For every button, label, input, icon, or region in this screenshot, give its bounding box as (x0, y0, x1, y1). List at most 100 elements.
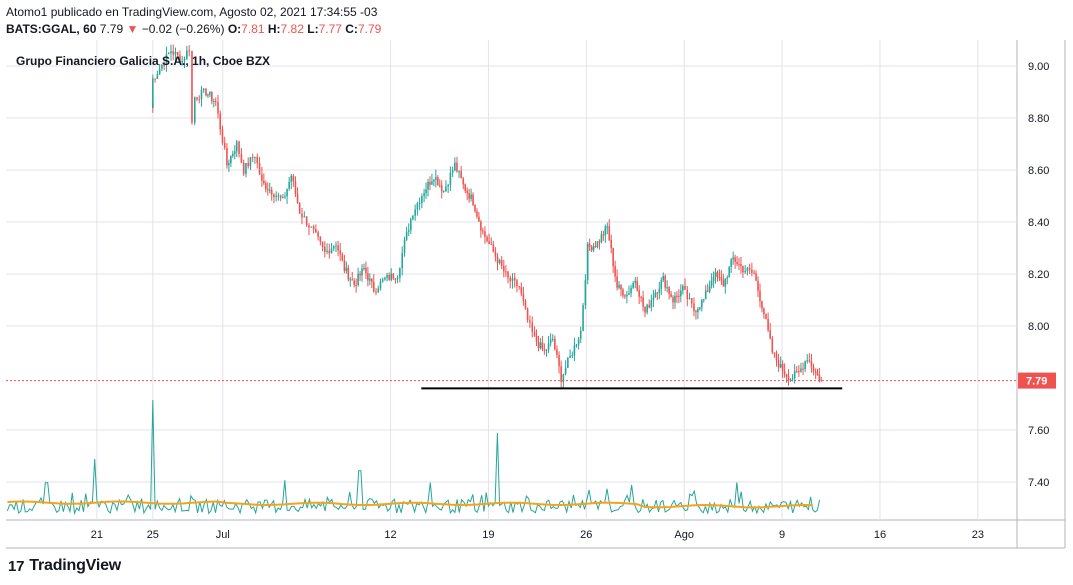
time-tick-label: 26 (580, 529, 592, 541)
candle-body (779, 364, 782, 368)
candle-body (539, 342, 542, 349)
chart-title: Grupo Financiero Galicia S.A., 1h, Cboe … (16, 54, 270, 68)
candle-body (676, 295, 678, 297)
candle-body (399, 267, 401, 278)
candle-body (349, 279, 352, 281)
candle-body (158, 68, 161, 75)
candle-body (738, 264, 740, 266)
candle-body (410, 219, 412, 231)
candle-body (808, 360, 811, 362)
candle-body (598, 241, 601, 243)
candle-body (531, 322, 534, 332)
candle-body (771, 338, 774, 353)
candle-body (288, 181, 290, 189)
candle-body (820, 380, 823, 382)
candle-body (266, 189, 269, 191)
candle-body (152, 78, 154, 108)
candle-body (405, 231, 408, 240)
candle-body (549, 339, 552, 344)
candle-body (693, 303, 695, 312)
price-chart[interactable]: 7.79 9.00 8.80 8.60 8.40 8.20 8.00 7.60 7.40 21… (0, 0, 1073, 585)
candle-body (209, 92, 211, 95)
candle-body (522, 293, 525, 302)
candle-body (586, 243, 589, 281)
candle-body (240, 154, 243, 163)
price-tick-label: 7.60 (1028, 425, 1049, 437)
candle-body (744, 270, 746, 273)
candle-body (286, 188, 288, 197)
candle-body (526, 308, 529, 321)
volume-ma-line (7, 500, 813, 509)
candle-body (296, 193, 299, 204)
candle-body (734, 257, 736, 262)
candle-body (425, 189, 427, 194)
price-axis[interactable]: 9.00 8.80 8.60 8.40 8.20 8.00 7.60 7.40 (1028, 61, 1049, 489)
candle-body (579, 330, 582, 340)
candle-body (324, 246, 326, 252)
candle-body (258, 162, 261, 175)
candle-body (800, 368, 802, 372)
candle-body (466, 190, 468, 194)
candle-body (431, 181, 433, 185)
candle-body (814, 371, 817, 373)
candle-body (472, 194, 474, 205)
candle-body (732, 257, 734, 260)
candle-body (198, 99, 201, 101)
candle-body (445, 186, 447, 191)
candle-body (672, 297, 674, 303)
candle-body (315, 229, 317, 233)
candle-body (384, 277, 386, 280)
candle-body (359, 273, 361, 276)
candle-body (394, 278, 397, 280)
candle-body (759, 290, 761, 302)
candle-body (714, 272, 717, 278)
candle-body (666, 287, 668, 289)
candle-body (701, 300, 703, 308)
candle-body (640, 296, 642, 298)
candle-body (256, 156, 259, 163)
candle-body (303, 216, 306, 218)
candle-body (386, 274, 388, 278)
candle-body (753, 272, 755, 274)
candle-body (620, 284, 622, 290)
candle-body (211, 92, 213, 102)
candle-body (660, 280, 663, 289)
candle-body (265, 183, 267, 190)
candle-body (592, 245, 595, 251)
candle-body (728, 266, 731, 278)
candle-body (353, 280, 355, 285)
candle-body (154, 78, 156, 80)
candle-body (716, 272, 719, 278)
candle-body (658, 288, 661, 293)
candle-body (608, 226, 611, 241)
candle-body (321, 241, 324, 247)
candle-body (556, 349, 558, 356)
candle-body (414, 209, 416, 216)
candle-body (802, 368, 804, 370)
candle-body (742, 266, 744, 273)
candle-body (474, 204, 476, 212)
candle-body (708, 285, 711, 292)
tradingview-logo[interactable]: 17 TradingView (8, 557, 121, 575)
candle-body (648, 304, 651, 308)
candle-body (554, 338, 556, 350)
candle-body (357, 273, 359, 286)
candle-body (670, 293, 672, 298)
candle-body (312, 226, 315, 230)
candle-body (767, 318, 769, 331)
candle-body (392, 273, 395, 279)
candle-body (798, 371, 800, 373)
candle-body (699, 307, 701, 309)
candle-body (317, 232, 319, 237)
candle-body (355, 284, 357, 286)
candle-body (369, 278, 371, 281)
candle-body (765, 314, 767, 319)
candle-body (310, 226, 313, 228)
candle-body (423, 193, 425, 197)
candle-body (464, 184, 467, 191)
candle-body (630, 287, 632, 294)
candle-body (498, 259, 501, 264)
price-tick-label: 8.20 (1028, 269, 1049, 281)
time-axis[interactable]: 21 25 Jul 12 19 26 Ago 9 16 23 (91, 529, 984, 541)
candle-body (341, 254, 344, 261)
